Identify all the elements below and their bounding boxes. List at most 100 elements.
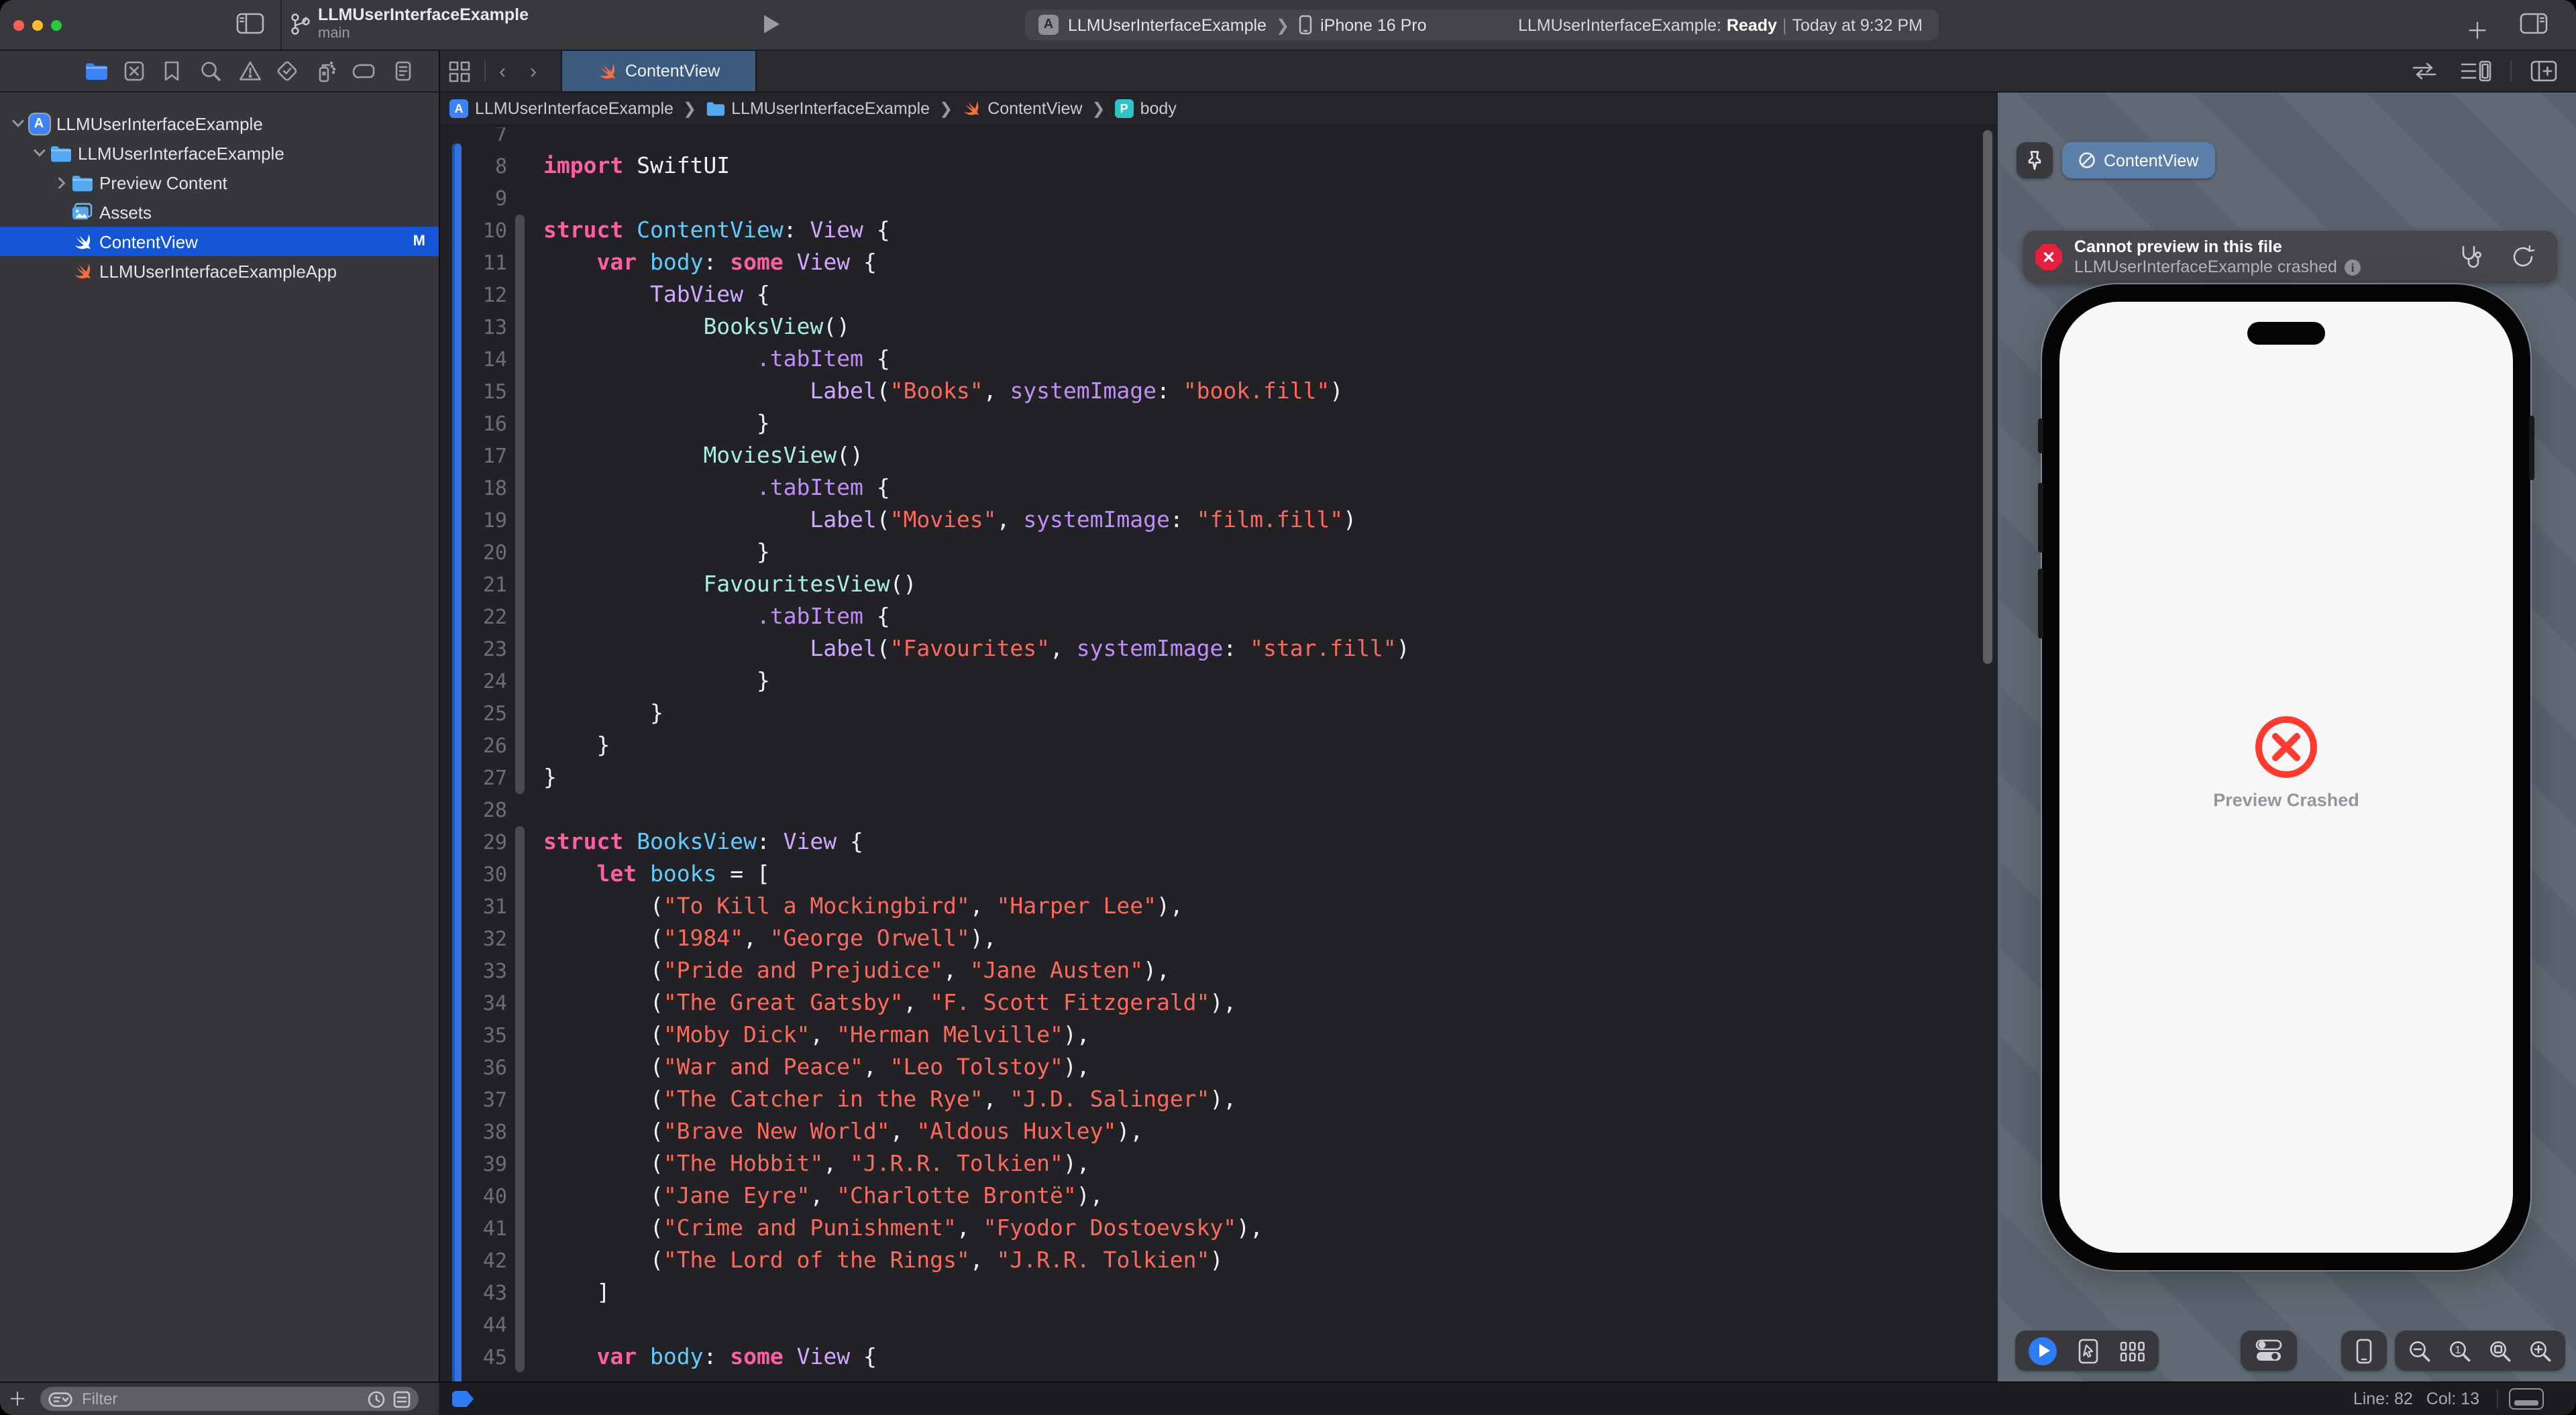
- filter-input[interactable]: [79, 1388, 368, 1410]
- code-line-36[interactable]: 36 ("War and Peace", "Leo Tolstoy"),: [440, 1052, 1996, 1084]
- line-number[interactable]: 15: [440, 380, 507, 404]
- filter-field[interactable]: [40, 1387, 419, 1411]
- line-number[interactable]: 10: [440, 219, 507, 243]
- toggle-bottom-bar-icon[interactable]: [2509, 1388, 2544, 1410]
- code-line-27[interactable]: 27}: [440, 762, 1996, 794]
- line-number[interactable]: 8: [440, 154, 507, 178]
- diagnostics-icon[interactable]: [2459, 244, 2485, 270]
- disclosure-closed-icon[interactable]: [54, 176, 68, 188]
- line-number[interactable]: 30: [440, 862, 507, 887]
- line-number[interactable]: 23: [440, 637, 507, 661]
- add-editor-icon[interactable]: [2530, 60, 2557, 82]
- run-button[interactable]: [762, 13, 781, 35]
- line-number[interactable]: 41: [440, 1216, 507, 1241]
- preview-device-button[interactable]: [2341, 1331, 2387, 1371]
- sidebar-item-preview-content[interactable]: Preview Content: [0, 168, 439, 197]
- tests-navigator-icon[interactable]: [271, 56, 303, 86]
- preview-target-pill[interactable]: ContentView: [2062, 142, 2215, 178]
- line-number[interactable]: 20: [440, 541, 507, 565]
- zoom-in-button[interactable]: [2529, 1339, 2552, 1362]
- code-line-29[interactable]: 29 struct BooksView: View {: [440, 826, 1996, 858]
- line-number[interactable]: 25: [440, 701, 507, 726]
- recent-files-icon[interactable]: [368, 1390, 385, 1408]
- activity-scheme-bar[interactable]: A LLMUserInterfaceExample ❯ iPhone 16 Pr…: [1025, 9, 1939, 40]
- jumpbar-item-group[interactable]: LLMUserInterfaceExample: [731, 99, 930, 118]
- code-line-16[interactable]: 16 }: [440, 408, 1996, 440]
- bookmarks-navigator-icon[interactable]: [156, 56, 188, 86]
- line-number[interactable]: 45: [440, 1345, 507, 1369]
- code-line-40[interactable]: 40 ("Jane Eyre", "Charlotte Brontë"),: [440, 1180, 1996, 1212]
- code-line-37[interactable]: 37 ("The Catcher in the Rye", "J.D. Sali…: [440, 1084, 1996, 1116]
- scheme-name[interactable]: LLMUserInterfaceExample: [1068, 15, 1267, 34]
- device-settings-button[interactable]: [2241, 1331, 2297, 1371]
- line-number[interactable]: 13: [440, 315, 507, 339]
- line-number[interactable]: 37: [440, 1088, 507, 1112]
- line-number[interactable]: 16: [440, 412, 507, 436]
- sidebar-item-llmuserinterfaceexample[interactable]: A LLMUserInterfaceExample: [0, 109, 439, 138]
- code-line-13[interactable]: 13 BooksView(): [440, 311, 1996, 343]
- line-number[interactable]: 9: [440, 186, 507, 211]
- line-number[interactable]: 44: [440, 1313, 507, 1337]
- code-line-26[interactable]: 26 }: [440, 730, 1996, 762]
- line-number[interactable]: 24: [440, 669, 507, 693]
- go-forward-button[interactable]: ›: [530, 60, 537, 82]
- line-number[interactable]: 18: [440, 476, 507, 500]
- line-number[interactable]: 36: [440, 1056, 507, 1080]
- code-line-21[interactable]: 21 FavouritesView(): [440, 569, 1996, 601]
- breakpoints-navigator-icon[interactable]: [347, 56, 380, 86]
- jumpbar-item-file[interactable]: ContentView: [987, 99, 1082, 118]
- line-number[interactable]: 21: [440, 573, 507, 597]
- cursor-position[interactable]: Line: 82 Col: 13: [2353, 1383, 2479, 1415]
- sidebar-item-llmuserinterfaceexample[interactable]: LLMUserInterfaceExample: [0, 138, 439, 168]
- source-editor[interactable]: 7 8 import SwiftUI 9 10 struct ContentView: V…: [440, 127, 1996, 1383]
- sidebar-item-assets[interactable]: Assets: [0, 197, 439, 227]
- issues-navigator-icon[interactable]: [233, 56, 266, 86]
- code-review-icon[interactable]: [2410, 62, 2439, 80]
- line-number[interactable]: 31: [440, 895, 507, 919]
- line-number[interactable]: 14: [440, 347, 507, 372]
- line-number[interactable]: 17: [440, 444, 507, 468]
- code-line-12[interactable]: 12 TabView {: [440, 279, 1996, 311]
- code-line-20[interactable]: 20 }: [440, 536, 1996, 569]
- editor-scrollbar[interactable]: [1983, 130, 1992, 664]
- code-line-35[interactable]: 35 ("Moby Dick", "Herman Melville"),: [440, 1019, 1996, 1052]
- sidebar-item-contentview[interactable]: ContentView M: [0, 227, 439, 256]
- refresh-icon[interactable]: [2512, 244, 2536, 270]
- find-navigator-icon[interactable]: [195, 56, 227, 86]
- code-line-14[interactable]: 14 .tabItem {: [440, 343, 1996, 376]
- source-control-status-icon[interactable]: [393, 1390, 411, 1408]
- toggle-navigator-icon[interactable]: [236, 12, 264, 35]
- code-line-15[interactable]: 15 Label("Books", systemImage: "book.fil…: [440, 376, 1996, 408]
- tab-contentview[interactable]: ContentView: [562, 51, 755, 91]
- code-line-7[interactable]: 7: [440, 127, 1996, 150]
- code-line-24[interactable]: 24 }: [440, 665, 1996, 697]
- scheme-destination[interactable]: iPhone 16 Pro: [1320, 15, 1426, 34]
- line-number[interactable]: 29: [440, 830, 507, 854]
- code-line-19[interactable]: 19 Label("Movies", systemImage: "film.fi…: [440, 504, 1996, 536]
- editor-options-icon[interactable]: [2461, 60, 2491, 82]
- line-number[interactable]: 22: [440, 605, 507, 629]
- selectable-mode-button[interactable]: [2078, 1338, 2098, 1363]
- line-number[interactable]: 39: [440, 1152, 507, 1176]
- line-number[interactable]: 35: [440, 1023, 507, 1048]
- code-line-43[interactable]: 43 ]: [440, 1277, 1996, 1309]
- code-line-28[interactable]: 28: [440, 794, 1996, 826]
- line-number[interactable]: 7: [440, 127, 507, 146]
- code-line-8[interactable]: 8 import SwiftUI: [440, 150, 1996, 182]
- line-number[interactable]: 43: [440, 1281, 507, 1305]
- debug-navigator-icon[interactable]: [310, 56, 342, 86]
- jumpbar-item-project[interactable]: LLMUserInterfaceExample: [475, 99, 674, 118]
- preview-pin-button[interactable]: [2017, 142, 2053, 178]
- code-line-30[interactable]: 30 let books = [: [440, 858, 1996, 891]
- line-number[interactable]: 26: [440, 734, 507, 758]
- code-line-25[interactable]: 25 }: [440, 697, 1996, 730]
- line-number[interactable]: 40: [440, 1184, 507, 1208]
- line-number[interactable]: 12: [440, 283, 507, 307]
- go-back-button[interactable]: ‹: [499, 60, 506, 82]
- code-line-45[interactable]: 45 var body: some View {: [440, 1341, 1996, 1373]
- line-number[interactable]: 38: [440, 1120, 507, 1144]
- code-line-17[interactable]: 17 MoviesView(): [440, 440, 1996, 472]
- breakpoint-indicator[interactable]: [452, 1391, 474, 1407]
- add-file-button[interactable]: ＋: [0, 1385, 35, 1412]
- disclosure-open-icon[interactable]: [32, 149, 47, 157]
